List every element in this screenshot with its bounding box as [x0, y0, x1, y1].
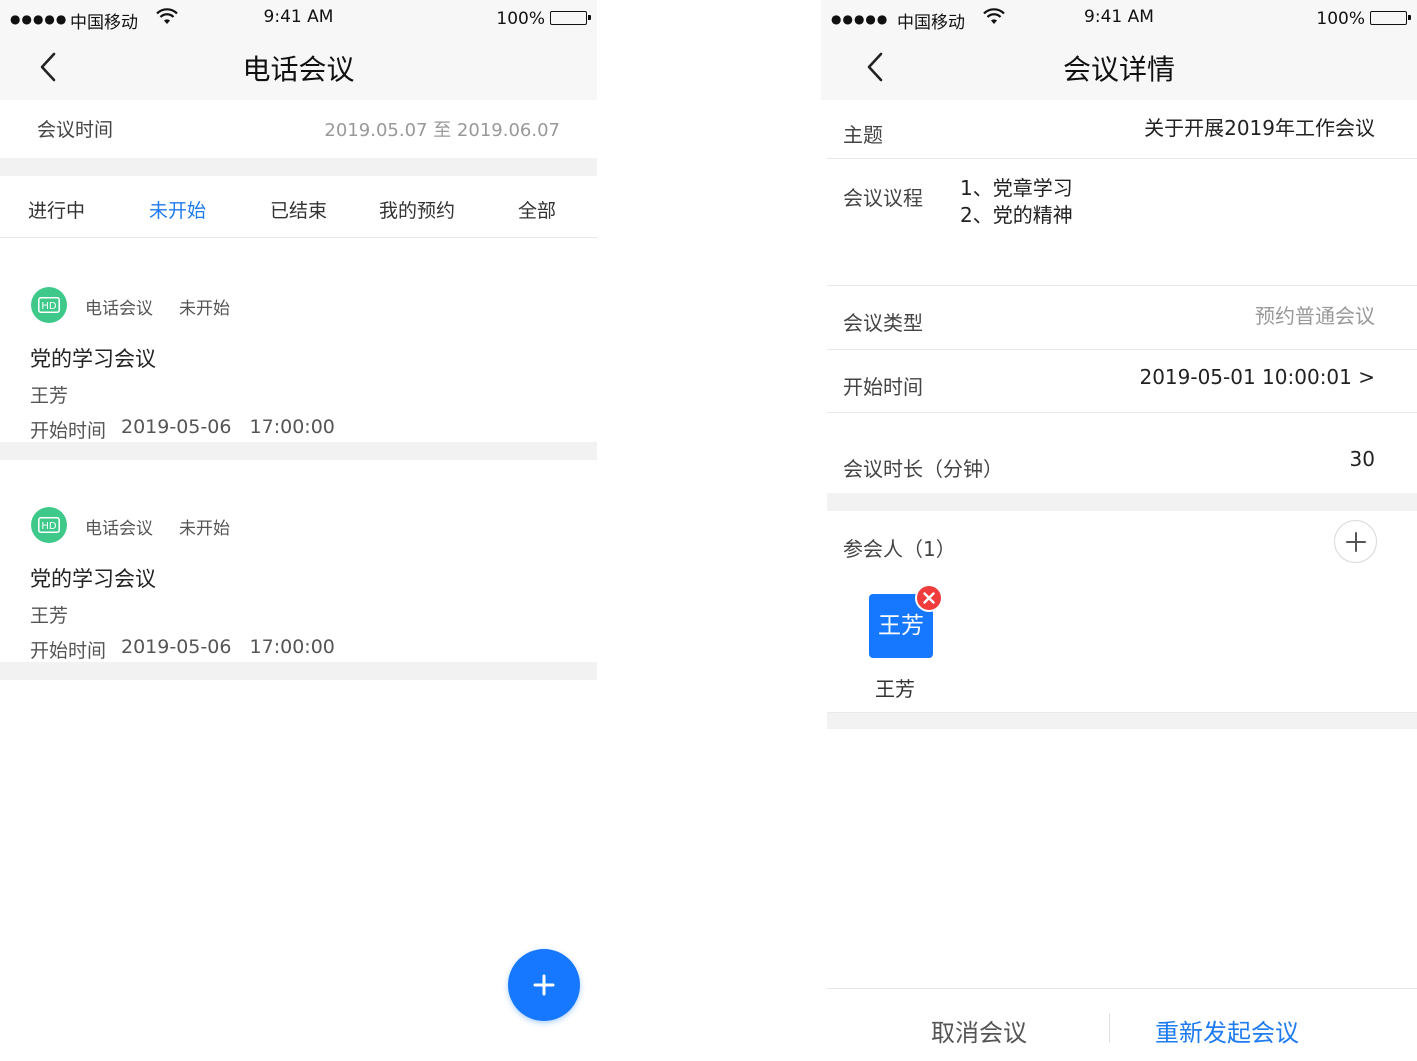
meeting-host: 王芳: [30, 605, 69, 627]
meeting-time-filter[interactable]: 会议时间 2019.05.07 至 2019.06.07: [0, 100, 597, 158]
subject-label: 主题: [843, 123, 883, 147]
tab-my-reservations[interactable]: 我的预约: [379, 196, 455, 223]
battery-icon: [1370, 11, 1411, 25]
meeting-type: 电话会议: [85, 519, 153, 539]
action-divider: [1109, 1013, 1110, 1043]
participants-label: 参会人（1）: [843, 537, 956, 561]
plus-icon: [533, 974, 555, 996]
start-time-value[interactable]: 2019-05-01 10:00:01 >: [1139, 365, 1375, 389]
tab-not-started[interactable]: 未开始: [149, 196, 206, 223]
svg-text:HD: HD: [41, 301, 57, 312]
agenda-item: 2、党的精神: [960, 203, 1073, 227]
start-time-label: 开始时间: [843, 375, 923, 399]
hd-icon: HD: [31, 287, 67, 323]
cancel-meeting-button[interactable]: 取消会议: [931, 1013, 1027, 1048]
meeting-type: 电话会议: [85, 299, 153, 319]
meeting-time-range[interactable]: 2019.05.07 至 2019.06.07: [324, 116, 560, 142]
status-tabs: 进行中 未开始 已结束 我的预约 全部: [0, 176, 597, 238]
action-bar: 取消会议 重新发起会议: [827, 988, 1417, 1061]
hd-icon: HD: [31, 507, 67, 543]
duration-value[interactable]: 30: [1350, 447, 1375, 471]
nav-bar: 会议详情: [821, 36, 1417, 100]
duration-row[interactable]: 会议时长（分钟） 30: [827, 413, 1417, 493]
tab-ended[interactable]: 已结束: [270, 196, 327, 223]
meeting-type-row[interactable]: 会议类型 预约普通会议: [827, 286, 1417, 350]
meeting-time-label: 会议时间: [37, 119, 114, 141]
meeting-name: 党的学习会议: [30, 567, 156, 591]
subject-value: 关于开展2019年工作会议: [1144, 116, 1375, 140]
start-time-label: 开始时间: [30, 420, 107, 442]
agenda-label: 会议议程: [843, 186, 923, 210]
remove-participant-icon[interactable]: [915, 584, 943, 612]
start-time-value: 2019-05-06 17:00:00: [121, 416, 335, 438]
page-title: 会议详情: [1062, 53, 1175, 86]
battery-percent: 100%: [496, 9, 545, 29]
meeting-detail-screen: ●●●●● 中国移动 9:41 AM 100% 会议详情 主题 关于开展2019…: [821, 0, 1417, 1061]
agenda-row: 会议议程 1、党章学习 2、党的精神: [827, 159, 1417, 286]
status-bar: ●●●●● 中国移动 9:41 AM 100%: [0, 0, 597, 36]
nav-bar: 电话会议: [0, 36, 597, 100]
start-time-label: 开始时间: [30, 640, 107, 662]
tab-all[interactable]: 全部: [518, 196, 556, 223]
meeting-type-value: 预约普通会议: [1255, 304, 1375, 328]
meeting-card[interactable]: HD 电话会议 未开始 党的学习会议 王芳 开始时间 2019-05-06 17…: [0, 478, 597, 662]
section-divider: [827, 713, 1417, 729]
section-divider: [827, 493, 1417, 511]
meeting-status: 未开始: [179, 299, 230, 319]
start-time-row[interactable]: 开始时间 2019-05-01 10:00:01 >: [827, 350, 1417, 413]
agenda-list: 1、党章学习 2、党的精神: [960, 175, 1073, 229]
page-title: 电话会议: [242, 53, 355, 86]
plus-icon: [1346, 532, 1366, 552]
meeting-status: 未开始: [179, 519, 230, 539]
agenda-item: 1、党章学习: [960, 176, 1073, 200]
meeting-type-label: 会议类型: [843, 311, 923, 335]
participant-name: 王芳: [875, 677, 915, 701]
tab-in-progress[interactable]: 进行中: [28, 196, 85, 223]
participants-section: 参会人（1） 王芳 王芳: [827, 511, 1417, 713]
meeting-host: 王芳: [30, 385, 69, 407]
start-time-value: 2019-05-06 17:00:00: [121, 636, 335, 658]
subject-row: 主题 关于开展2019年工作会议: [827, 100, 1417, 159]
section-divider: [0, 158, 597, 176]
battery-percent: 100%: [1316, 9, 1365, 29]
restart-meeting-button[interactable]: 重新发起会议: [1155, 1013, 1299, 1048]
add-meeting-button[interactable]: [508, 949, 580, 1021]
status-bar: ●●●●● 中国移动 9:41 AM 100%: [821, 0, 1417, 36]
meeting-name: 党的学习会议: [30, 347, 156, 371]
meeting-card[interactable]: HD 电话会议 未开始 党的学习会议 王芳 开始时间 2019-05-06 17…: [0, 258, 597, 442]
section-divider: [0, 662, 597, 680]
duration-label: 会议时长（分钟）: [843, 457, 1003, 481]
section-divider: [0, 442, 597, 460]
svg-text:HD: HD: [41, 521, 57, 532]
add-participant-button[interactable]: [1334, 520, 1377, 563]
battery-icon: [550, 11, 591, 25]
meeting-list-screen: ●●●●● 中国移动 9:41 AM 100% 电话会议 会议时间 2019.0…: [0, 0, 597, 1061]
